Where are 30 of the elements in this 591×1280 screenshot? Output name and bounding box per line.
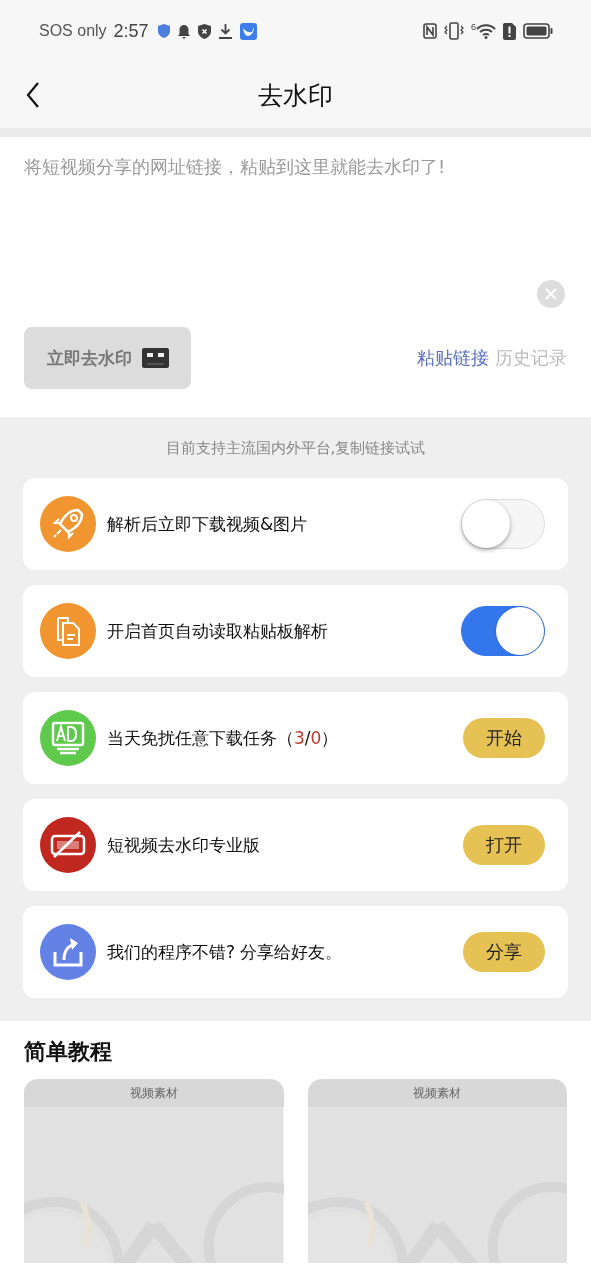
setting-label: 解析后立即下载视频&图片 [107,512,309,536]
carrier-text: SOS only [39,22,107,40]
platform-hint: 目前支持主流国内外平台,复制链接试试 [165,439,426,458]
network-type-label: 6 [471,23,476,32]
robot-icon [141,348,169,368]
close-icon [545,288,557,300]
clock-time: 2:57 [113,20,149,42]
setting-label: 我们的程序不错? 分享给好友。 [107,940,344,964]
paste-link[interactable]: 粘贴链接 [417,346,489,370]
shield-x-icon [197,23,211,39]
setting-label: 开启首页自动读取粘贴板解析 [107,619,329,643]
action-button[interactable]: 分享 [463,932,545,972]
battery-icon [523,23,553,39]
bell-icon [176,23,191,39]
link-input-field[interactable]: 将短视频分享的网址链接，粘贴到这里就能去水印了! [24,155,567,275]
page-title: 去水印 [257,79,334,112]
action-button[interactable]: 打开 [463,825,545,865]
nfc-icon [423,23,437,39]
download-icon [217,23,233,39]
wifi-icon [476,23,496,39]
shield-icon [157,24,170,38]
setting-label: 当天免扰任意下载任务（3/0） [107,726,340,750]
setting-label: 短视频去水印专业版 [107,833,261,857]
action-button[interactable]: 开始 [463,718,545,758]
vibrate-icon [444,22,464,40]
sim-alert-icon [503,22,516,40]
section-title: 简单教程 [24,1038,113,1066]
card-caption: 视频素材 [307,1079,567,1107]
card-caption: 视频素材 [24,1079,284,1107]
toggle-switch[interactable] [461,606,545,656]
